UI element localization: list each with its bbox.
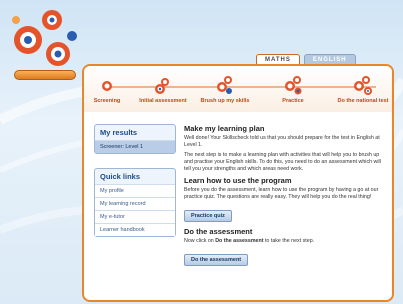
step-practice[interactable]: Practice: [268, 74, 318, 104]
learn-text: Before you do the assessment, learn how …: [184, 187, 379, 200]
plan-title: Make my learning plan: [184, 124, 265, 133]
assess-text-post: to take the next step.: [263, 238, 315, 244]
plan-text-1: Well done! Your Skillscheck told us that…: [184, 135, 380, 148]
results-title: My results: [100, 128, 138, 137]
progress-steps: Screening Initial assessment Brush up my…: [84, 66, 392, 112]
main-panel: Screening Initial assessment Brush up my…: [82, 64, 394, 302]
do-assessment-button[interactable]: Do the assessment: [184, 254, 249, 266]
link-learning-record[interactable]: My learning record: [95, 197, 175, 210]
assess-text: Now click on Do the assessment to take t…: [184, 238, 389, 245]
plan-text-2: The next step is to make a learning plan…: [184, 152, 381, 172]
logo-banner: [14, 70, 76, 80]
assess-text-pre: Now click on: [184, 238, 216, 244]
practice-quiz-button[interactable]: Practice quiz: [184, 210, 232, 222]
step-target-icon: [352, 74, 374, 96]
learn-title: Learn how to use the program: [184, 176, 292, 185]
sidebar: My results Screener: Level 1 Quick links…: [94, 124, 176, 251]
step-target-icon: [96, 74, 118, 96]
step-national-test[interactable]: Do the national test: [332, 74, 392, 104]
link-e-tutor[interactable]: My e-tutor: [95, 210, 175, 223]
quick-links-box: Quick links My profile My learning recor…: [94, 168, 176, 237]
step-label: Initial assessment: [139, 98, 187, 104]
logo-circles-icon: [12, 10, 77, 66]
step-label: Screening: [93, 98, 121, 104]
quick-links-title: Quick links: [100, 172, 141, 181]
assess-title: Do the assessment: [184, 227, 253, 236]
step-target-icon: [282, 74, 304, 96]
step-brush-up[interactable]: Brush up my skills: [200, 74, 250, 104]
assess-text-bold: Do the assessment: [215, 238, 264, 244]
step-screening[interactable]: Screening: [84, 74, 132, 104]
step-target-icon: [152, 74, 174, 96]
link-learner-handbook[interactable]: Learner handbook: [95, 223, 175, 236]
link-my-profile[interactable]: My profile: [95, 184, 175, 197]
results-box: My results Screener: Level 1: [94, 124, 176, 154]
step-label: Do the national test: [337, 98, 389, 104]
step-initial-assessment[interactable]: Initial assessment: [138, 74, 188, 104]
step-target-icon: [214, 74, 236, 96]
main-content: Make my learning plan Well done! Your Sk…: [184, 124, 389, 271]
step-label: Practice: [282, 98, 304, 104]
step-label: Brush up my skills: [200, 98, 250, 104]
results-item[interactable]: Screener: Level 1: [95, 140, 175, 153]
